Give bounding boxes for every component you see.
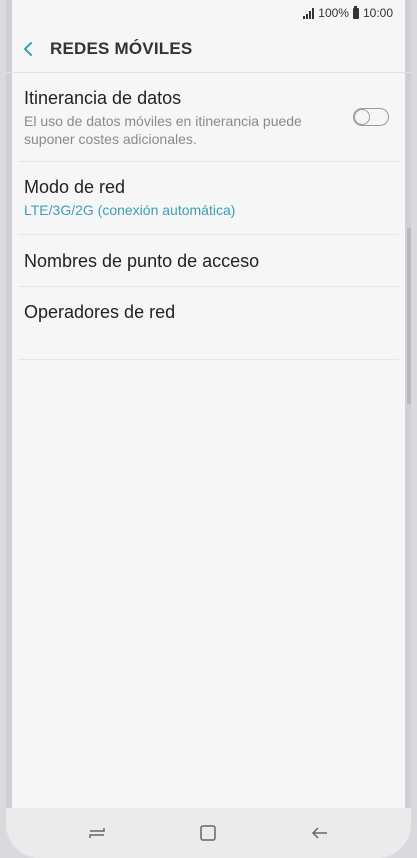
setting-row-data-roaming[interactable]: Itinerancia de datos El uso de datos móv… (6, 73, 411, 162)
chevron-left-icon (24, 42, 32, 56)
battery-icon (352, 5, 359, 19)
setting-title-access-point-names: Nombres de punto de acceso (24, 250, 260, 271)
recent-apps-button[interactable] (77, 813, 117, 853)
battery-percentage: 100% (318, 6, 349, 20)
toggle-knob (354, 108, 370, 125)
setting-row-network-mode[interactable]: Modo de red LTE/3G/2G (conexión automáti… (6, 162, 411, 235)
page-title: REDES MÓVILES (50, 39, 193, 58)
home-button[interactable] (188, 813, 228, 853)
navigation-bar (6, 808, 411, 858)
status-time: 10:00 (362, 6, 393, 20)
setting-row-network-operators[interactable]: Operadores de red (6, 287, 411, 360)
setting-subtitle-data-roaming: El uso de datos móviles en itinerancia p… (24, 113, 302, 147)
setting-title-data-roaming: Itinerancia de datos (24, 88, 182, 108)
setting-row-access-point-names[interactable]: Nombres de punto de acceso (6, 235, 411, 287)
device-screen: 100% 10:00 REDES MÓVILES Itinerancia de … (6, 0, 411, 858)
setting-value-network-mode: LTE/3G/2G (conexión automática) (24, 202, 236, 218)
back-arrow-icon (312, 827, 328, 839)
setting-title-network-operators: Operadores de red (24, 302, 176, 322)
home-icon (200, 825, 217, 841)
back-button[interactable] (8, 26, 48, 72)
status-bar: 100% 10:00 (6, 0, 411, 26)
settings-list: Itinerancia de datos El uso de datos móv… (6, 73, 411, 360)
row-divider (18, 359, 399, 360)
data-roaming-toggle[interactable] (353, 108, 389, 126)
setting-title-network-mode: Modo de red (24, 177, 126, 197)
recent-apps-icon (89, 828, 105, 838)
signal-icon (303, 7, 315, 19)
app-header: REDES MÓVILES (6, 26, 411, 72)
nav-back-button[interactable] (300, 813, 340, 853)
